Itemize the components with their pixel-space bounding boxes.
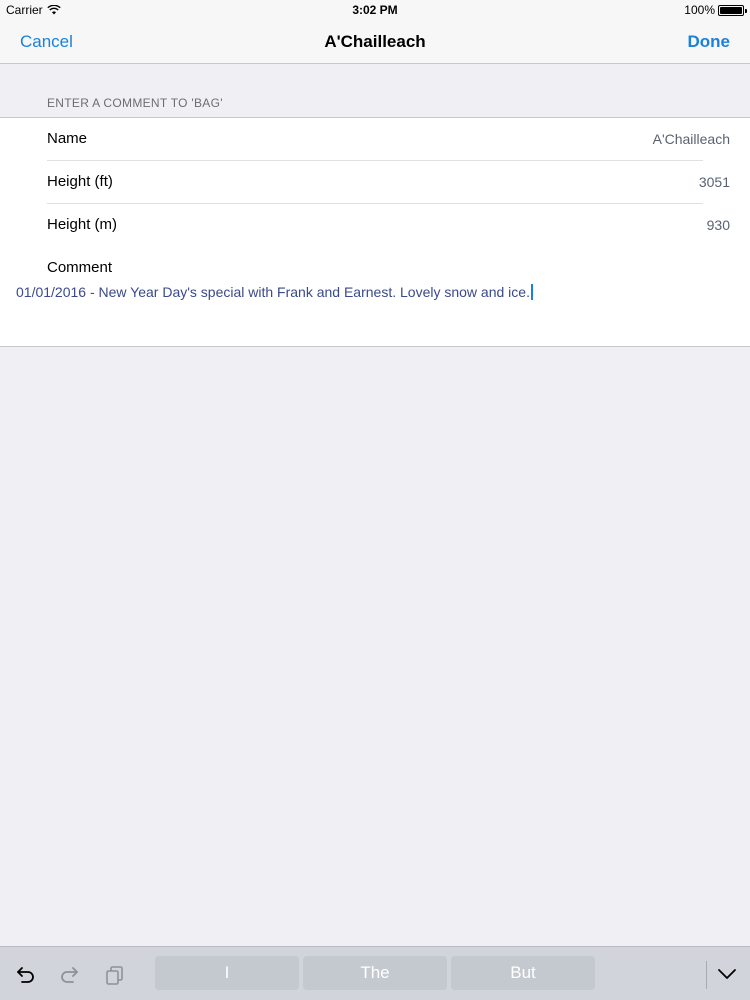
suggestion-1[interactable]: I: [155, 956, 299, 990]
done-button[interactable]: Done: [688, 32, 731, 52]
page-title: A'Chailleach: [324, 32, 426, 51]
copy-icon[interactable]: [104, 964, 126, 986]
status-time: 3:02 PM: [352, 3, 398, 17]
navigation-bar: Cancel A'Chailleach Done: [0, 20, 750, 64]
suggestion-3[interactable]: But: [451, 956, 595, 990]
redo-icon[interactable]: [59, 964, 81, 986]
screen: Carrier 3:02 PM 100% Cancel A'Chailleach…: [0, 0, 750, 1000]
height-m-label: Height (m): [47, 216, 118, 233]
chevron-down-icon[interactable]: [714, 963, 740, 985]
keyboard-shortcut-bar: I The But: [0, 946, 750, 1000]
name-label: Name: [47, 130, 88, 147]
suggestion-2[interactable]: The: [303, 956, 447, 990]
section-header: ENTER A COMMENT TO 'BAG': [47, 96, 223, 110]
text-caret: [530, 284, 533, 300]
height-m-row: Height (m) 930: [0, 204, 750, 247]
comment-field[interactable]: 01/01/2016 - New Year Day's special with…: [16, 284, 736, 300]
comment-value: 01/01/2016 - New Year Day's special with…: [16, 284, 530, 300]
undo-icon[interactable]: [14, 964, 36, 986]
height-ft-label: Height (ft): [47, 173, 113, 190]
comment-label: Comment: [47, 259, 113, 276]
battery-indicator: 100%: [684, 3, 747, 17]
form-group: Name A'Chailleach Height (ft) 3051 Heigh…: [0, 117, 750, 347]
status-bar: Carrier 3:02 PM 100%: [0, 0, 750, 20]
name-value: A'Chailleach: [652, 131, 730, 147]
battery-percent: 100%: [684, 3, 715, 17]
keyboard-divider: [706, 961, 707, 989]
height-ft-value: 3051: [698, 174, 730, 190]
height-ft-row: Height (ft) 3051: [0, 161, 750, 204]
height-m-value: 930: [706, 217, 730, 233]
name-row: Name A'Chailleach: [0, 118, 750, 161]
battery-icon: [718, 4, 747, 16]
